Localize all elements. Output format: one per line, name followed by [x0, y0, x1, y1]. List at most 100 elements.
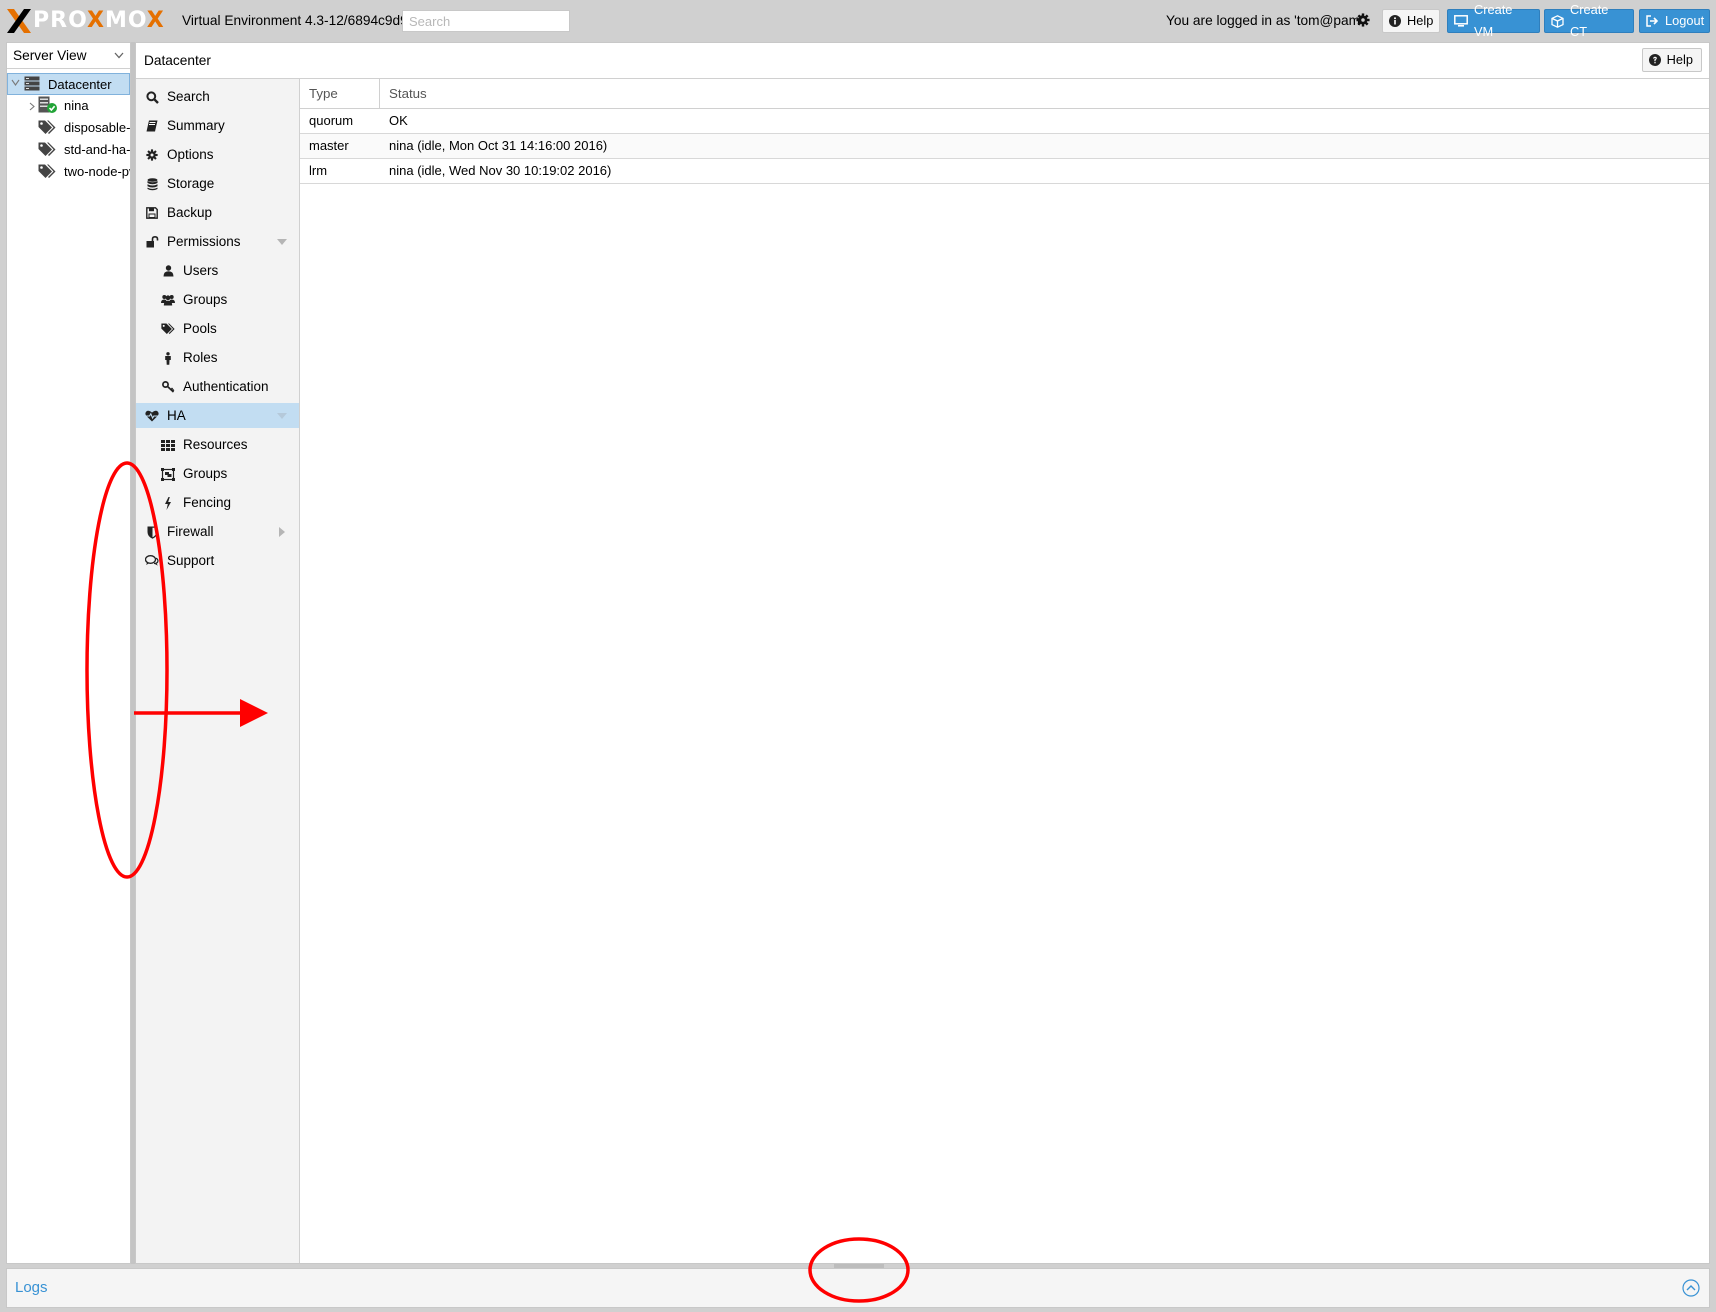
tree-item-label: two-node-pv — [64, 164, 130, 179]
nav-item-label: Groups — [183, 466, 228, 481]
logout-button[interactable]: Logout — [1639, 9, 1710, 33]
nav-item-label: Permissions — [167, 234, 241, 249]
shield-icon — [145, 525, 159, 539]
nav-item-ha-fencing[interactable]: Fencing — [136, 490, 299, 515]
nav-item-pools[interactable]: Pools — [136, 316, 299, 341]
create-vm-label: Create VM — [1474, 2, 1513, 39]
search-icon — [145, 90, 159, 104]
tags-icon — [38, 120, 56, 134]
table-row[interactable]: master nina (idle, Mon Oct 31 14:16:00 2… — [300, 134, 1709, 159]
nav-item-ha[interactable]: HA — [136, 403, 299, 428]
nav-item-label: Users — [183, 263, 219, 278]
sign-out-icon — [1646, 15, 1659, 27]
nav-item-label: Resources — [183, 437, 248, 452]
cell-status: OK — [389, 113, 408, 128]
top-bar: PROXMOX Virtual Environment 4.3-12/6894c… — [0, 0, 1716, 42]
bolt-icon — [161, 496, 175, 510]
proxmox-logo: PROXMOX — [6, 8, 165, 34]
search-input[interactable] — [402, 10, 570, 32]
nav-item-groups[interactable]: Groups — [136, 287, 299, 312]
view-selector[interactable]: Server View — [7, 43, 130, 69]
nav-item-label: Storage — [167, 176, 215, 191]
server-rack-icon — [24, 76, 40, 91]
content-title-bar: Datacenter Help — [136, 43, 1709, 79]
brand-name: PROXMOX — [33, 8, 165, 33]
cube-icon — [1551, 14, 1564, 28]
create-vm-button[interactable]: Create VM — [1447, 2, 1540, 39]
info-circle-icon — [1389, 15, 1401, 27]
content-panel: Datacenter Help Search Summary Options S… — [135, 42, 1710, 1264]
nav-item-label: Authentication — [183, 379, 269, 394]
tree-item-pool[interactable]: disposable- — [7, 117, 130, 139]
male-icon — [161, 351, 175, 365]
nav-item-permissions[interactable]: Permissions — [136, 229, 299, 254]
tree-item-label: nina — [64, 98, 89, 113]
nav-item-search[interactable]: Search — [136, 84, 299, 109]
cell-type: lrm — [309, 163, 328, 178]
page-title: Datacenter — [144, 53, 211, 68]
nav-item-backup[interactable]: Backup — [136, 200, 299, 225]
nav-item-label: Options — [167, 147, 214, 162]
nav-item-ha-groups[interactable]: Groups — [136, 461, 299, 486]
log-panel-title[interactable]: Logs — [15, 1279, 48, 1297]
user-settings-gear-icon[interactable] — [1356, 13, 1370, 27]
proxmox-x-icon — [7, 9, 31, 33]
tags-icon — [38, 164, 56, 178]
chevron-down-icon — [114, 52, 124, 59]
nav-item-roles[interactable]: Roles — [136, 345, 299, 370]
floppy-icon — [145, 206, 159, 220]
expander-right-icon[interactable] — [279, 527, 285, 537]
user-icon — [161, 264, 175, 278]
nav-item-authentication[interactable]: Authentication — [136, 374, 299, 399]
nav-item-label: Firewall — [167, 524, 214, 539]
nav-item-storage[interactable]: Storage — [136, 171, 299, 196]
tree-item-node-nina[interactable]: nina — [7, 95, 130, 117]
tags-icon — [161, 322, 175, 336]
users-icon — [161, 293, 175, 307]
nav-item-summary[interactable]: Summary — [136, 113, 299, 138]
nav-item-label: Roles — [183, 350, 218, 365]
column-header-status[interactable]: Status — [380, 79, 1709, 108]
object-group-icon — [161, 467, 175, 481]
tree-item-pool[interactable]: two-node-pv — [7, 161, 130, 183]
login-status: You are logged in as 'tom@pam' — [1166, 13, 1363, 28]
nav-item-ha-resources[interactable]: Resources — [136, 432, 299, 457]
expander-down-icon[interactable] — [277, 239, 287, 245]
heartbeat-icon — [145, 409, 159, 423]
version-label: Virtual Environment 4.3-12/6894c9d9 — [182, 13, 408, 28]
nav-item-label: Groups — [183, 292, 228, 307]
desktop-icon — [1454, 15, 1468, 27]
table-row[interactable]: lrm nina (idle, Wed Nov 30 10:19:02 2016… — [300, 159, 1709, 184]
tree-item-pool[interactable]: std-and-ha-c — [7, 139, 130, 161]
tree-expander-closed-icon[interactable] — [29, 102, 35, 111]
content-help-label: Help — [1666, 52, 1693, 67]
view-selector-value: Server View — [13, 48, 87, 63]
tree-expander-open-icon[interactable] — [11, 79, 20, 87]
node-online-icon — [38, 96, 57, 113]
nav-item-label: HA — [167, 408, 186, 423]
cell-type: master — [309, 138, 349, 153]
tags-icon — [38, 142, 56, 156]
nav-item-users[interactable]: Users — [136, 258, 299, 283]
key-icon — [161, 380, 175, 394]
help-button-label: Help — [1407, 13, 1434, 28]
book-icon — [145, 119, 159, 133]
database-icon — [145, 177, 159, 191]
nav-item-label: Backup — [167, 205, 213, 220]
gear-icon — [145, 148, 159, 162]
column-header-type[interactable]: Type — [300, 79, 380, 108]
expander-down-icon[interactable] — [277, 413, 287, 419]
nav-item-firewall[interactable]: Firewall — [136, 519, 299, 544]
nav-item-options[interactable]: Options — [136, 142, 299, 167]
nav-item-support[interactable]: Support — [136, 548, 299, 573]
tree-item-label: std-and-ha-c — [64, 142, 130, 157]
help-button[interactable]: Help — [1382, 9, 1440, 33]
question-circle-icon — [1648, 54, 1661, 66]
cell-status: nina (idle, Mon Oct 31 14:16:00 2016) — [389, 138, 608, 153]
create-ct-button[interactable]: Create CT — [1544, 2, 1634, 39]
chevron-up-circle-icon[interactable] — [1682, 1279, 1700, 1297]
content-help-button[interactable]: Help — [1641, 48, 1702, 72]
tree-item-datacenter[interactable]: Datacenter — [7, 73, 130, 95]
log-panel: Logs — [6, 1268, 1710, 1308]
table-row[interactable]: quorum OK — [300, 109, 1709, 134]
